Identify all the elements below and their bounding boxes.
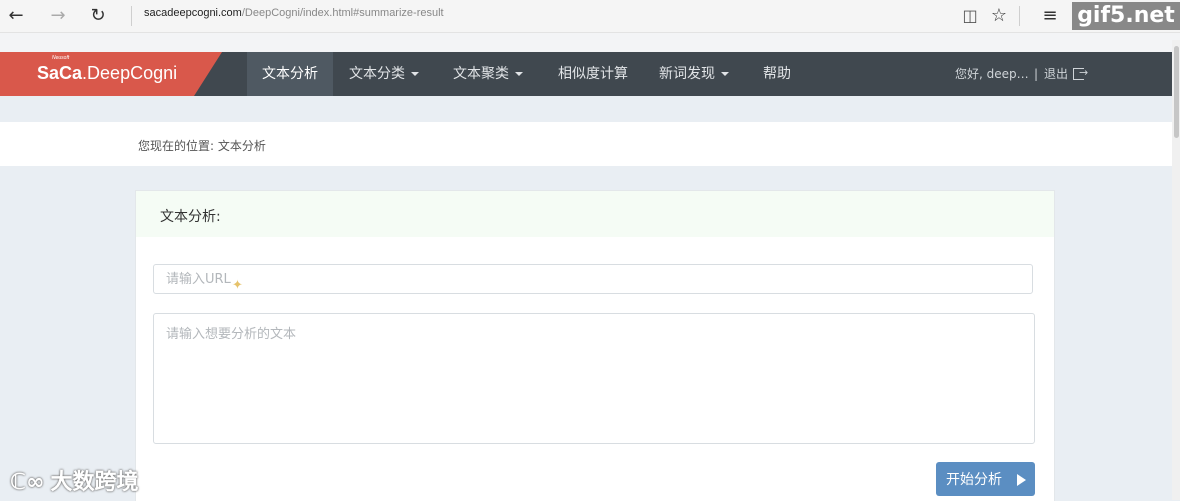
top-spacer xyxy=(0,33,1180,52)
nav-item-text-clustering[interactable]: 文本聚类 xyxy=(440,52,536,96)
nav-label: 文本分类 xyxy=(349,66,405,82)
app-navbar: Neusoft SaCa.DeepCogni 文本分析 文本分类 文本聚类 相似… xyxy=(0,52,1180,96)
start-button-label: 开始分析 xyxy=(946,472,1002,488)
forward-icon[interactable]: → xyxy=(48,6,68,26)
breadcrumb: 您现在的位置: 文本分析 xyxy=(138,139,266,153)
url-input[interactable] xyxy=(153,264,1033,294)
address-bar[interactable]: sacadeepcogni.com/DeepCogni/index.html#s… xyxy=(144,7,444,19)
nav-label: 新词发现 xyxy=(659,66,715,82)
nav-item-new-word-discovery[interactable]: 新词发现 xyxy=(646,52,742,96)
browser-toolbar: ← → ↻ sacadeepcogni.com/DeepCogni/index.… xyxy=(0,0,1180,33)
url-path: /DeepCogni/index.html#summarize-result xyxy=(241,7,444,19)
nav-label: 帮助 xyxy=(763,66,791,82)
user-greeting[interactable]: 您好, deep… xyxy=(955,52,1029,96)
url-domain: sacadeepcogni.com xyxy=(144,7,242,19)
gif5-watermark: gif5.net xyxy=(1072,2,1180,30)
favorite-star-icon[interactable]: ☆ xyxy=(989,6,1009,26)
back-icon[interactable]: ← xyxy=(6,6,26,26)
nav-label: 文本分析 xyxy=(262,66,318,82)
start-analysis-button[interactable]: 开始分析 xyxy=(936,462,1035,496)
nav-label: 相似度计算 xyxy=(558,66,628,82)
panel-header: 文本分析: xyxy=(136,191,1054,237)
nav-item-text-classification[interactable]: 文本分类 xyxy=(336,52,432,96)
logout-separator: | xyxy=(1034,67,1039,81)
breadcrumb-bar: 您现在的位置: 文本分析 xyxy=(0,122,1180,166)
play-icon xyxy=(1017,474,1026,486)
logout-arrow-icon: → xyxy=(1079,66,1089,79)
analysis-text-input[interactable] xyxy=(153,313,1035,444)
caret-down-icon xyxy=(515,72,523,76)
reading-view-icon[interactable]: ◫ xyxy=(960,6,980,26)
watermark-text: 大数跨境 xyxy=(50,470,139,495)
bottom-watermark: ℂ∞ 大数跨境 xyxy=(10,464,139,496)
toolbar-separator xyxy=(1019,6,1020,26)
mouse-cursor-icon: ✦ xyxy=(232,278,243,293)
brand-prefix: SaCa xyxy=(37,63,83,83)
caret-down-icon xyxy=(721,72,729,76)
brand-small-text: Neusoft xyxy=(52,55,70,61)
nav-item-help[interactable]: 帮助 xyxy=(752,52,802,96)
logout-label: 退出 xyxy=(1044,67,1069,81)
brand-logo[interactable]: Neusoft SaCa.DeepCogni xyxy=(0,52,222,96)
logout-link[interactable]: | 退出 xyxy=(1034,52,1068,96)
panel-title: 文本分析: xyxy=(160,209,221,225)
refresh-icon[interactable]: ↻ xyxy=(88,6,108,26)
brand-name: SaCa.DeepCogni xyxy=(37,63,178,83)
watermark-logo-icon: ℂ∞ xyxy=(10,470,45,495)
text-analysis-panel: 文本分析: 开始分析 xyxy=(135,190,1055,501)
caret-down-icon xyxy=(411,72,419,76)
nav-item-text-analysis[interactable]: 文本分析 xyxy=(247,52,333,96)
nav-label: 文本聚类 xyxy=(453,66,509,82)
nav-item-similarity[interactable]: 相似度计算 xyxy=(548,52,638,96)
brand-suffix: DeepCogni xyxy=(87,63,178,83)
address-separator xyxy=(131,6,132,26)
hub-menu-icon[interactable]: ≡ xyxy=(1040,6,1060,26)
scrollbar-thumb[interactable] xyxy=(1174,46,1179,138)
